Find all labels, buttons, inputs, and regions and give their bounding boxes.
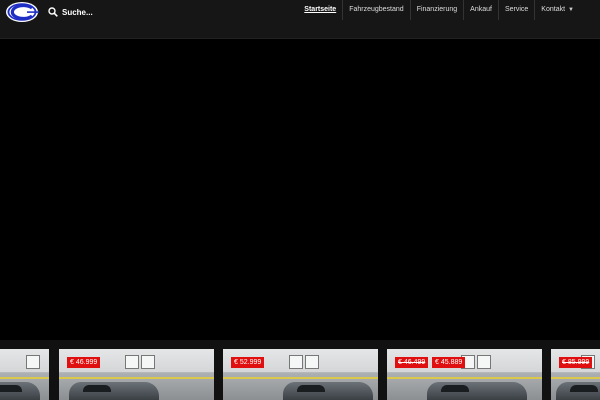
showroom-beam [0, 377, 49, 379]
vehicle-card-5[interactable]: € 85.999 [551, 349, 600, 400]
nav-item-fahrzeugbestand[interactable]: Fahrzeugbestand [342, 0, 409, 20]
showroom-beam [59, 377, 214, 379]
nav-item-service[interactable]: Service [497, 0, 534, 20]
vehicle-card-2[interactable]: € 46.999 [59, 349, 214, 400]
search-input[interactable] [62, 7, 132, 17]
vehicle-card-1[interactable] [0, 349, 49, 400]
nav-item-finanzierung[interactable]: Finanzierung [409, 0, 463, 20]
vehicle-carousel: € 46.999 € 52.999 € 46.499 € 45.889 € 85… [0, 340, 600, 400]
car-image [69, 382, 159, 400]
showroom-beam [551, 377, 600, 379]
company-logo-icon[interactable] [5, 1, 41, 23]
old-price-badge: € 85.999 [559, 357, 593, 368]
hero-slider[interactable] [0, 39, 600, 340]
price-badge: € 52.999 [231, 357, 265, 368]
price-badge: € 45.889 [432, 357, 466, 368]
chevron-down-icon: ▼ [568, 7, 574, 13]
nav-item-ankauf[interactable]: Ankauf [463, 0, 498, 20]
car-image [283, 382, 373, 400]
price-badge: € 46.999 [67, 357, 101, 368]
car-image [0, 382, 40, 400]
main-nav: Startseite Fahrzeugbestand Finanzierung … [298, 0, 580, 20]
search-box[interactable] [48, 4, 132, 20]
nav-item-kontakt-label: Kontakt [541, 6, 566, 13]
showroom-window [477, 355, 491, 369]
showroom-window [125, 355, 139, 369]
nav-item-kontakt[interactable]: Kontakt ▼ [534, 0, 580, 20]
search-icon[interactable] [48, 7, 58, 17]
site-header: Startseite Fahrzeugbestand Finanzierung … [0, 0, 600, 39]
vehicle-card-3[interactable]: € 52.999 [223, 349, 378, 400]
showroom-window [26, 355, 40, 369]
car-image [556, 382, 600, 400]
showroom-beam [387, 377, 542, 379]
showroom-window [141, 355, 155, 369]
old-price-badge: € 46.499 [395, 357, 429, 368]
showroom-window [289, 355, 303, 369]
showroom-window [305, 355, 319, 369]
showroom-beam [223, 377, 378, 379]
nav-item-startseite[interactable]: Startseite [298, 0, 342, 20]
vehicle-card-4[interactable]: € 46.499 € 45.889 [387, 349, 542, 400]
car-image [427, 382, 527, 400]
